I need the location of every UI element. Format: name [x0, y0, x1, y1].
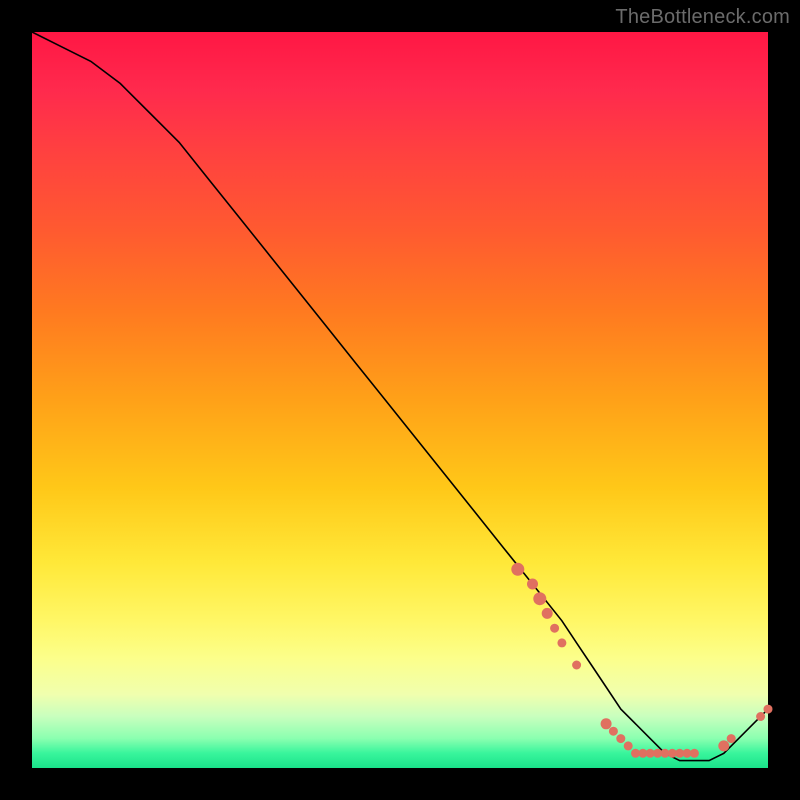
plot-area	[32, 32, 768, 768]
marker-dot	[601, 718, 612, 729]
watermark-text: TheBottleneck.com	[615, 6, 790, 29]
marker-dot	[624, 741, 633, 750]
marker-dot	[616, 734, 625, 743]
marker-dot	[533, 592, 546, 605]
marker-dot	[727, 734, 736, 743]
marker-dot	[550, 624, 559, 633]
marker-dot	[557, 638, 566, 647]
marker-dot	[756, 712, 765, 721]
marker-dot	[542, 608, 553, 619]
marker-dots	[511, 563, 772, 758]
marker-dot	[609, 727, 618, 736]
marker-dot	[764, 705, 773, 714]
marker-dot	[718, 740, 729, 751]
marker-dot	[690, 749, 699, 758]
bottleneck-curve	[32, 32, 768, 761]
marker-dot	[511, 563, 524, 576]
chart-stage: TheBottleneck.com	[0, 0, 800, 800]
marker-dot	[527, 579, 538, 590]
curve-layer	[32, 32, 768, 768]
marker-dot	[572, 661, 581, 670]
